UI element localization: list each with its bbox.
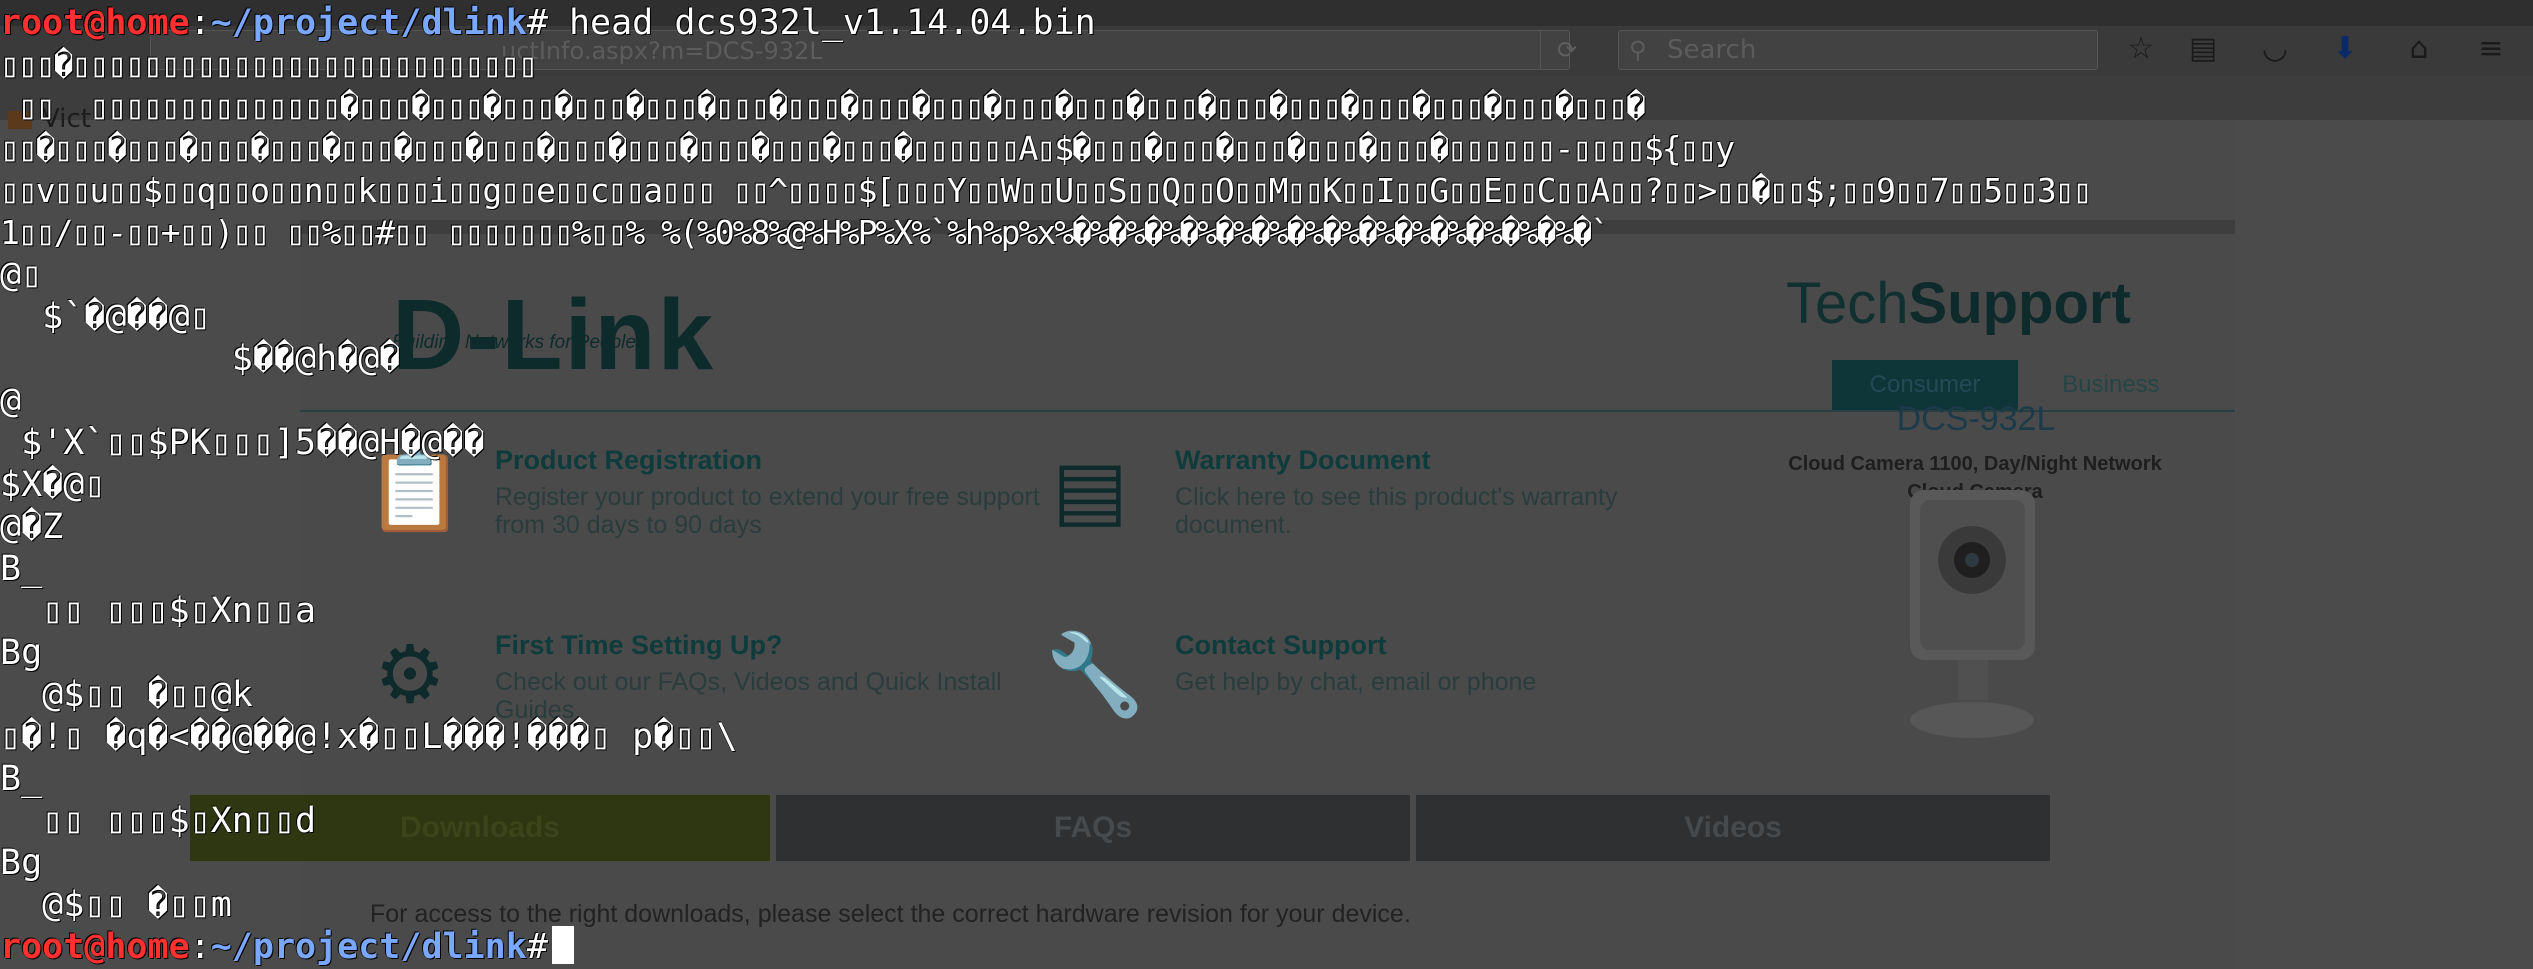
output-line: ▯▯�▯▯▯�▯▯▯�▯▯▯�▯▯▯�▯▯▯�▯▯▯�▯▯▯�▯▯▯�▯▯▯�▯…	[0, 129, 1735, 168]
prompt-line[interactable]: root@home:~/project/dlink#	[0, 926, 574, 968]
output-line: @▯	[0, 255, 43, 295]
output-line: ▯▯ ▯▯▯▯▯▯▯▯▯▯▯▯▯▯�▯▯▯�▯▯▯�▯▯▯�▯▯▯�▯▯▯�▯▯…	[0, 87, 1646, 126]
terminal[interactable]: root@home:~/project/dlink# head dcs932l_…	[0, 0, 2533, 969]
output-line: $'X`▯▯$PK▯▯▯]5��@H�@��	[0, 423, 485, 463]
command-text: head dcs932l_v1.14.04.bin	[547, 3, 1096, 43]
prompt-user: root@home	[0, 927, 190, 967]
output-line: B_	[0, 759, 43, 799]
output-line: $`�@��@▯	[0, 297, 211, 337]
prompt-path: ~/project/dlink	[210, 927, 527, 967]
output-line: ▯�!▯ �q�<��@��@!x�▯▯L���!���▯ p�▯▯\	[0, 717, 738, 757]
prompt-hash: #	[526, 927, 548, 967]
prompt-user: root@home	[0, 3, 190, 43]
output-line: Bg	[0, 843, 43, 883]
output-line: @	[0, 381, 22, 421]
prompt-hash: #	[526, 3, 548, 43]
output-line: @�Z	[0, 507, 64, 547]
terminal-cursor	[551, 926, 574, 964]
command-line: root@home:~/project/dlink# head dcs932l_…	[0, 3, 1096, 43]
prompt-path: ~/project/dlink	[210, 3, 527, 43]
output-line: $��@h�@�	[0, 339, 401, 379]
output-line: ▯▯ ▯▯▯$▯Xn▯▯d	[0, 801, 317, 841]
output-line: @$▯▯ �▯▯@k	[0, 675, 253, 715]
output-line: Bg	[0, 633, 43, 673]
output-line: 1▯▯/▯▯-▯▯+▯▯)▯▯ ▯▯%▯▯#▯▯ ▯▯▯▯▯▯▯%▯▯% %(%…	[0, 213, 1610, 252]
output-line: B_	[0, 549, 43, 589]
output-line: $X�@▯	[0, 465, 106, 505]
output-line: ▯▯v▯▯u▯▯$▯▯q▯▯o▯▯n▯▯k▯▯▯i▯▯g▯▯e▯▯c▯▯a▯▯▯…	[0, 171, 2093, 210]
output-line: ▯▯ ▯▯▯$▯Xn▯▯a	[0, 591, 317, 631]
output-line: @$▯▯ �▯▯m	[0, 885, 232, 925]
output-line: ▯▯▯�▯▯▯▯▯▯▯▯▯▯▯▯▯▯▯▯▯▯▯▯▯▯▯▯▯▯	[0, 45, 538, 84]
